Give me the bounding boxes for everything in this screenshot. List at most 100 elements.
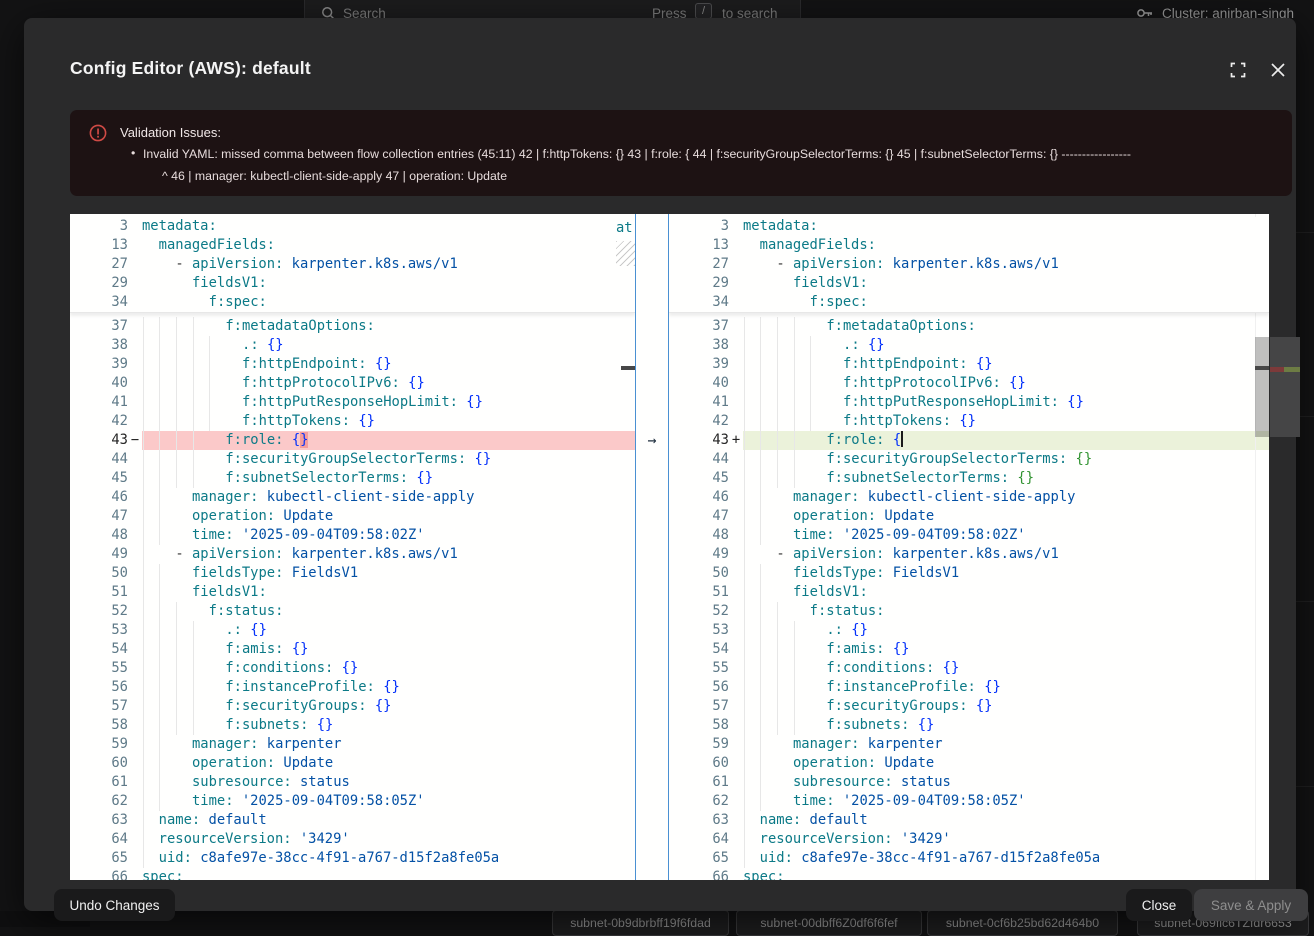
line-number: 65 (70, 849, 128, 868)
diff-sign (128, 545, 142, 564)
indent-guide (143, 716, 144, 735)
indent-guide (193, 393, 194, 412)
diff-sign (128, 697, 142, 716)
line-number: 13 (70, 236, 128, 255)
code-line: 27- apiVersion: karpenter.k8s.aws/v1 (70, 255, 635, 274)
line-number: 13 (669, 236, 729, 255)
indent-guide (176, 336, 177, 355)
indent-guide (176, 393, 177, 412)
indent-guide (143, 830, 144, 849)
indent-guide (143, 545, 144, 564)
indent-guide (810, 336, 811, 355)
indent-guide (193, 355, 194, 374)
indent-guide (143, 564, 144, 583)
code-line: 48time: '2025-09-04T09:58:02Z' (669, 526, 1269, 545)
validation-message-line2: ^ 46 | manager: kubectl-client-side-appl… (162, 169, 507, 183)
diff-sign (128, 374, 142, 393)
config-editor-dialog: Config Editor (AWS): default Validation … (24, 18, 1296, 911)
indent-guide (744, 412, 745, 431)
indent-guide (143, 488, 144, 507)
diff-sign (128, 450, 142, 469)
close-icon[interactable] (1269, 61, 1289, 81)
diff-pane-original[interactable]: 37f:metadataOptions:38.: {}39f:httpEndpo… (70, 214, 635, 880)
indent-guide (777, 393, 778, 412)
diff-sign (729, 412, 743, 431)
clipped-text-fragment: at (616, 220, 633, 236)
indent-guide (143, 450, 144, 469)
diff-pane-modified[interactable]: 37f:metadataOptions:38.: {}39f:httpEndpo… (669, 214, 1269, 880)
diff-sign (128, 507, 142, 526)
save-apply-button: Save & Apply (1194, 889, 1308, 921)
line-number: 48 (70, 526, 128, 545)
line-number: 45 (70, 469, 128, 488)
indent-guide (209, 336, 210, 355)
diff-overview-viewport[interactable] (1270, 337, 1300, 437)
diff-sign (729, 716, 743, 735)
validation-message-line1: Invalid YAML: missed comma between flow … (143, 147, 1131, 161)
indent-guide (760, 697, 761, 716)
code-line: 52f:status: (669, 602, 1269, 621)
indent-guide (794, 469, 795, 488)
indent-guide (159, 336, 160, 355)
line-number: 37 (669, 317, 729, 336)
expand-icon[interactable] (1229, 61, 1249, 81)
code-line: 29fieldsV1: (70, 274, 635, 293)
code-line: 49- apiVersion: karpenter.k8s.aws/v1 (70, 545, 635, 564)
indent-guide (744, 431, 745, 450)
indent-guide (193, 450, 194, 469)
indent-guide (794, 697, 795, 716)
line-number: 37 (70, 317, 128, 336)
indent-guide (760, 678, 761, 697)
indent-guide (159, 507, 160, 526)
indent-guide (760, 792, 761, 811)
indent-guide (744, 640, 745, 659)
code-line: 63name: default (669, 811, 1269, 830)
diff-editor-sash[interactable] (635, 214, 669, 880)
close-button[interactable]: Close (1126, 889, 1192, 921)
diff-sign (128, 868, 142, 880)
indent-guide (794, 450, 795, 469)
indent-guide (760, 602, 761, 621)
line-number: 34 (669, 293, 729, 312)
diff-sign (128, 355, 142, 374)
diff-sign (128, 735, 142, 754)
line-number: 51 (70, 583, 128, 602)
line-number: 57 (669, 697, 729, 716)
diff-sign (128, 811, 142, 830)
diff-overview-deletion-mark (1270, 367, 1284, 372)
line-number: 64 (669, 830, 729, 849)
indent-guide (176, 716, 177, 735)
diff-sign (128, 336, 142, 355)
code-line: 65uid: c8afe97e-38cc-4f91-a767-d15f2a8fe… (669, 849, 1269, 868)
line-number: 58 (669, 716, 729, 735)
code-line: 64resourceVersion: '3429' (70, 830, 635, 849)
line-number: 59 (70, 735, 128, 754)
indent-guide (193, 431, 194, 450)
line-number: 43 (669, 431, 729, 450)
indent-guide (760, 412, 761, 431)
diff-sign (729, 564, 743, 583)
revert-change-arrow-icon[interactable]: → (639, 431, 665, 450)
line-number: 45 (669, 469, 729, 488)
right-scrollbar-thumb[interactable] (1255, 337, 1269, 437)
code-line: 29fieldsV1: (669, 274, 1269, 293)
line-number: 57 (70, 697, 128, 716)
indent-guide (760, 640, 761, 659)
indent-guide (159, 393, 160, 412)
indent-guide (760, 583, 761, 602)
yaml-diff-editor[interactable]: 37f:metadataOptions:38.: {}39f:httpEndpo… (70, 214, 1269, 880)
code-line: 51fieldsV1: (70, 583, 635, 602)
indent-guide (760, 374, 761, 393)
code-line: 45f:subnetSelectorTerms: {} (70, 469, 635, 488)
line-number: 27 (669, 255, 729, 274)
code-line: 3metadata: (70, 217, 635, 236)
diff-sign (729, 355, 743, 374)
code-line: 13managedFields: (669, 236, 1269, 255)
line-number: 50 (669, 564, 729, 583)
diff-sign (729, 393, 743, 412)
undo-changes-button[interactable]: Undo Changes (54, 889, 175, 921)
code-line: 53.: {} (669, 621, 1269, 640)
indent-guide (744, 792, 745, 811)
diff-sign (128, 469, 142, 488)
diff-sign (128, 640, 142, 659)
